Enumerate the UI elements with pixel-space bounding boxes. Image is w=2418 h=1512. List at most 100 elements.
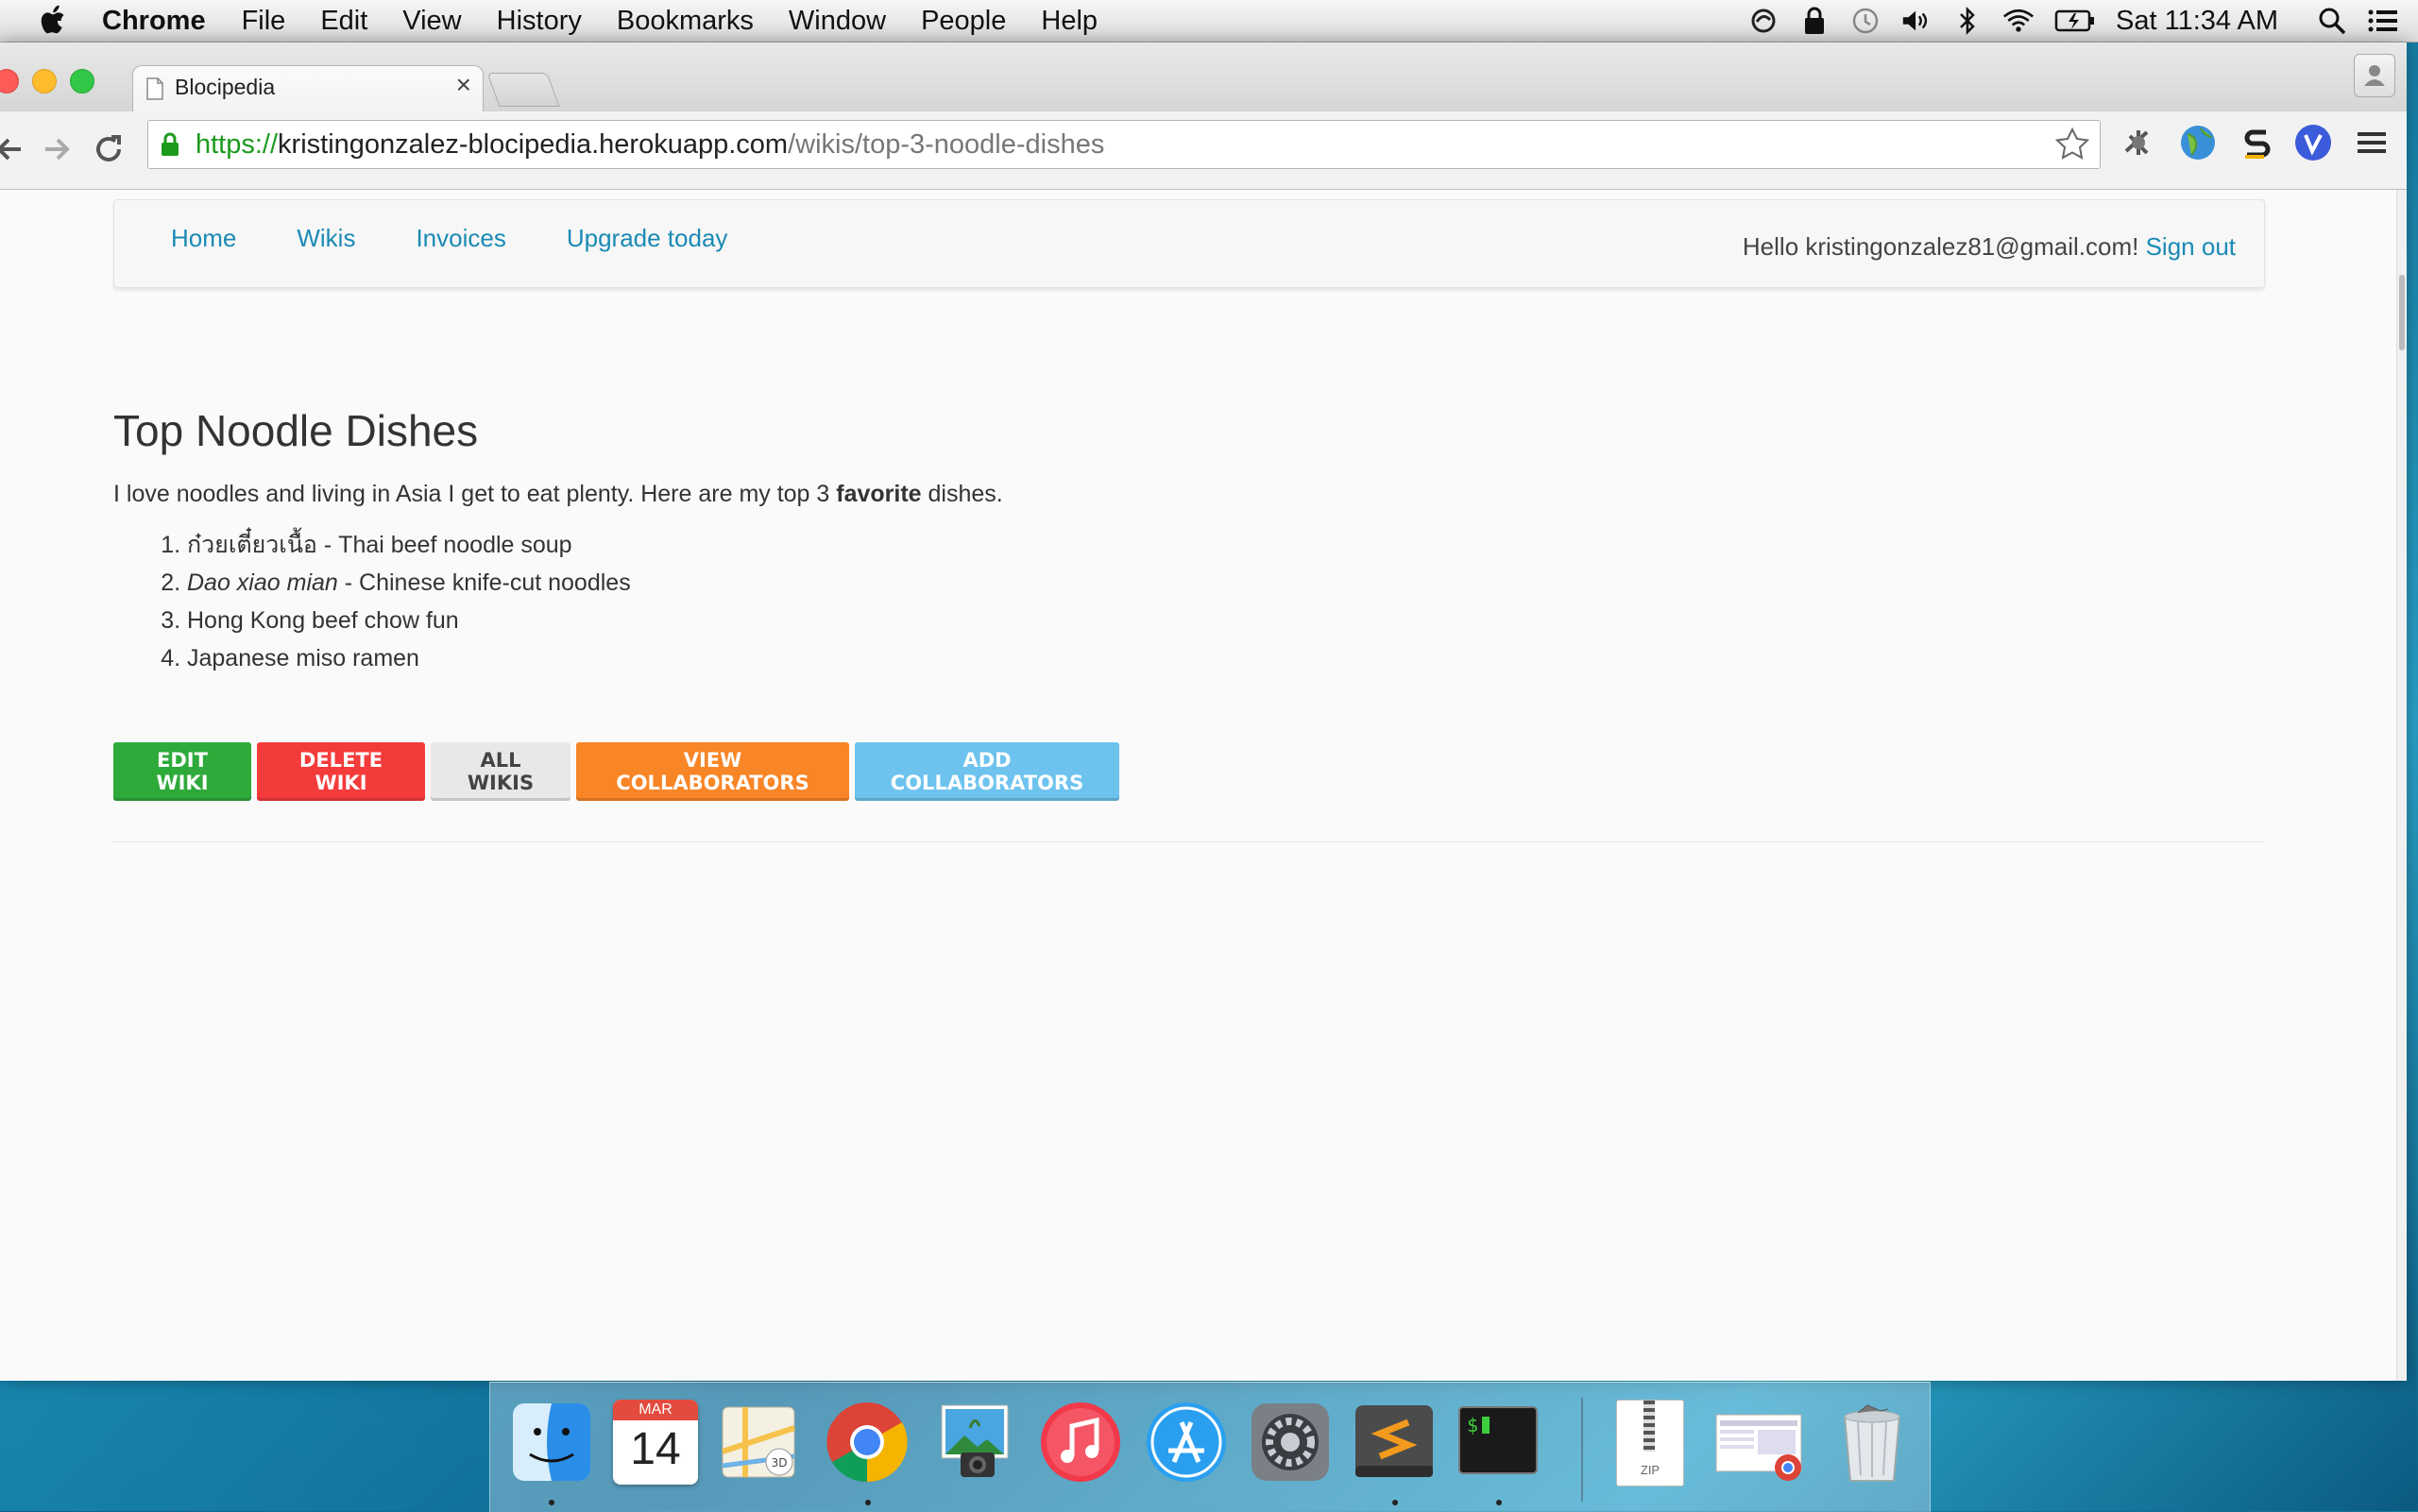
app-store-icon[interactable] [1144,1400,1229,1485]
notification-center-icon[interactable] [2367,5,2399,37]
calendar-day: 14 [630,1424,681,1474]
back-arrow-icon[interactable] [0,130,30,168]
menubar-clock[interactable]: Sat 11:34 AM [2116,6,2278,37]
greeting-text: Hello kristingonzalez81@gmail.com! [1742,232,2146,261]
user-greeting: Hello kristingonzalez81@gmail.com! Sign … [1743,232,2236,262]
url-text[interactable]: https://kristingonzalez-blocipedia.herok… [196,129,1104,161]
edit-wiki-button[interactable]: EDIT WIKI [113,742,251,801]
menu-people[interactable]: People [921,6,1006,37]
time-machine-icon[interactable] [1849,5,1882,37]
menu-help[interactable]: Help [1041,6,1098,37]
svg-text:3D: 3D [772,1456,788,1470]
list-item: ก๋วยเตี๋ยวเนื้อ - Thai beef noodle soup [187,526,631,564]
profile-avatar-button[interactable] [2354,54,2395,97]
spotlight-search-icon[interactable] [2316,5,2348,37]
menu-view[interactable]: View [402,6,461,37]
finder-icon[interactable] [509,1400,594,1485]
wiki-title: Top Noodle Dishes [113,406,479,455]
bluetooth-icon[interactable] [1951,5,1984,37]
dish-desc: Japanese miso ramen [187,645,419,671]
menu-edit[interactable]: Edit [320,6,367,37]
downloads-stack-icon[interactable] [1714,1400,1809,1485]
wiki-actions: EDIT WIKI DELETE WIKI ALL WIKIS VIEW COL… [113,742,1125,801]
calendar-month: MAR [613,1400,698,1420]
extension-s-icon[interactable] [2238,123,2277,162]
url-path: /wikis/top-3-noodle-dishes [788,129,1105,160]
trash-icon[interactable] [1830,1400,1915,1485]
running-indicator [1496,1500,1502,1505]
site-navbar: Home Wikis Invoices Upgrade today Hello … [113,199,2265,288]
zip-archive-icon[interactable]: ZIP [1616,1400,1684,1487]
nav-link-wikis[interactable]: Wikis [297,224,355,253]
view-collaborators-button[interactable]: VIEW COLLABORATORS [576,742,849,801]
forward-arrow-icon[interactable] [38,130,76,168]
zipper-graphic [1643,1401,1655,1452]
extension-bug-icon[interactable] [2119,123,2158,162]
wiki-intro: I love noodles and living in Asia I get … [113,481,1003,508]
zoom-window-button[interactable] [70,69,94,93]
dish-list: ก๋วยเตี๋ยวเนื้อ - Thai beef noodle soup … [113,526,631,677]
dish-emphasis: Dao xiao mian [187,569,338,596]
menu-file[interactable]: File [242,6,286,37]
battery-icon[interactable] [2053,5,2097,37]
url-host: kristingonzalez-blocipedia.herokuapp.com [278,129,789,160]
close-window-button[interactable] [0,69,19,93]
intro-text-2: dishes. [921,481,1003,507]
sublime-text-icon[interactable] [1352,1400,1437,1485]
list-item: Dao xiao mian - Chinese knife-cut noodle… [187,564,631,602]
sign-out-link[interactable]: Sign out [2146,232,2236,261]
nav-link-upgrade[interactable]: Upgrade today [567,224,728,253]
running-indicator [865,1500,871,1505]
dish-desc: - Chinese knife-cut noodles [337,569,631,596]
system-preferences-icon[interactable] [1248,1400,1333,1485]
scrollbar-thumb[interactable] [2399,275,2405,350]
zip-label: ZIP [1640,1463,1660,1477]
running-indicator [549,1500,554,1505]
svg-text:$: $ [1467,1414,1478,1436]
all-wikis-button[interactable]: ALL WIKIS [431,742,570,801]
menu-history[interactable]: History [497,6,582,37]
intro-bold-text: favorite [836,481,922,507]
running-indicator [1392,1500,1398,1505]
url-scheme: https:// [196,129,279,160]
nav-link-home[interactable]: Home [171,224,236,253]
iphoto-icon[interactable] [932,1400,1017,1485]
page-content: Home Wikis Invoices Upgrade today Hello … [0,190,2407,1381]
secure-lock-icon[interactable] [160,131,180,158]
bookmark-star-icon[interactable] [2054,127,2090,162]
dish-desc: Hong Kong beef chow fun [187,607,459,634]
chrome-window: Blocipedia × https://kristingonzalez-blo… [0,42,2407,1381]
menu-app-chrome[interactable]: Chrome [102,6,206,37]
sync-status-icon[interactable] [1747,5,1779,37]
new-tab-button[interactable] [486,73,560,107]
chrome-icon[interactable] [825,1400,910,1485]
extension-globe-icon[interactable] [2178,123,2218,162]
content-divider [113,841,2265,842]
tab-title: Blocipedia [175,75,276,99]
add-collaborators-button[interactable]: ADD COLLABORATORS [855,742,1119,801]
chrome-menu-icon[interactable] [2352,123,2392,162]
tab-strip: Blocipedia × [0,42,2407,113]
menu-bookmarks[interactable]: Bookmarks [617,6,754,37]
volume-icon[interactable] [1900,5,1933,37]
dish-main: ก๋วยเตี๋ยวเนื้อ [187,532,317,558]
wifi-icon[interactable] [2002,5,2035,37]
lock-icon[interactable] [1798,5,1831,37]
apple-icon[interactable] [38,2,72,38]
tab-blocipedia[interactable]: Blocipedia × [132,65,484,113]
dock-separator [1581,1398,1583,1502]
itunes-icon[interactable] [1038,1400,1123,1485]
nav-link-invoices[interactable]: Invoices [416,224,505,253]
tab-close-icon[interactable]: × [456,70,471,100]
menu-window[interactable]: Window [789,6,886,37]
delete-wiki-button[interactable]: DELETE WIKI [257,742,425,801]
terminal-icon[interactable]: $ [1456,1400,1541,1485]
extension-v-icon[interactable] [2293,123,2333,162]
calendar-icon[interactable]: MAR 14 [613,1400,698,1485]
address-bar[interactable]: https://kristingonzalez-blocipedia.herok… [147,120,2101,169]
intro-text-1: I love noodles and living in Asia I get … [113,481,837,507]
maps-icon[interactable]: 3D [717,1400,802,1485]
page-scrollbar[interactable] [2396,190,2407,1381]
minimize-window-button[interactable] [32,69,57,93]
reload-icon[interactable] [91,130,128,168]
